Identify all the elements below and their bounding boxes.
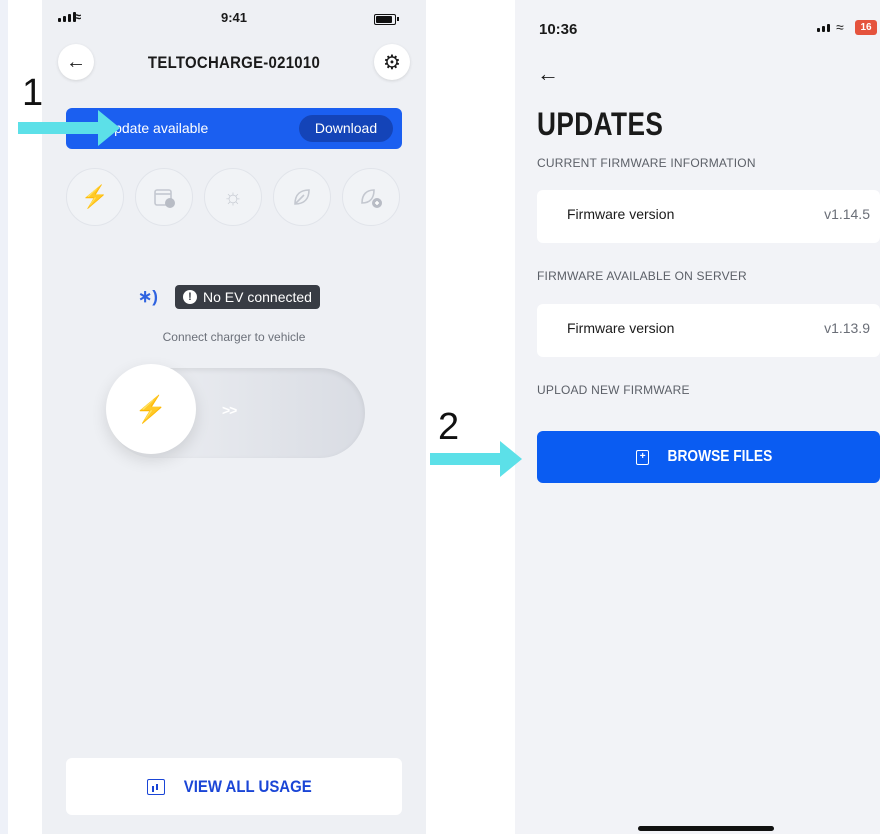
ev-status-text: No EV connected [203, 289, 312, 305]
lightning-icon: ⚡ [134, 393, 168, 424]
firmware-version-key: Firmware version [567, 206, 675, 222]
file-add-icon: + [636, 449, 650, 465]
signal-icon [817, 24, 830, 32]
view-all-usage-button[interactable]: VIEW ALL USAGE [66, 758, 402, 815]
firmware-version-value: v1.13.9 [824, 320, 870, 336]
download-button[interactable]: Download [299, 115, 393, 142]
updates-screen: 10:36 ≈ 16 ← UPDATES CURRENT FIRMWARE IN… [515, 0, 880, 834]
home-indicator [638, 826, 774, 831]
solar-sun-icon[interactable]: ☼ [204, 168, 262, 226]
connect-hint: Connect charger to vehicle [162, 330, 306, 344]
bluetooth-icon: ∗) [138, 287, 158, 306]
alert-icon: ! [183, 290, 197, 304]
schedule-calendar-icon[interactable] [135, 168, 193, 226]
arrow-left-icon: ← [66, 50, 86, 73]
firmware-version-value: v1.14.5 [824, 206, 870, 222]
background-strip [0, 0, 8, 834]
server-firmware-label: FIRMWARE AVAILABLE ON SERVER [537, 269, 747, 283]
current-firmware-label: CURRENT FIRMWARE INFORMATION [537, 156, 756, 170]
charge-mode-selector: ⚡ ☼ [66, 168, 406, 228]
battery-icon: 16 [855, 20, 877, 35]
gear-icon: ⚙ [383, 51, 401, 74]
lightning-icon[interactable]: ⚡ [66, 168, 124, 226]
status-time: 9:41 [220, 10, 248, 25]
firmware-version-key: Firmware version [567, 320, 675, 336]
chart-icon [147, 778, 166, 795]
view-all-usage-label: VIEW ALL USAGE [183, 776, 313, 796]
settings-button[interactable]: ⚙ [374, 44, 410, 80]
status-time: 10:36 [539, 21, 578, 38]
eco-leaf-icon[interactable] [273, 168, 331, 226]
upload-firmware-label: UPLOAD NEW FIRMWARE [537, 383, 690, 397]
step-1-number: 1 [22, 72, 44, 114]
page-title: UPDATES [537, 106, 664, 142]
battery-icon [374, 14, 399, 25]
connection-status: ∗) ! No EV connected [42, 283, 426, 311]
arrow-left-icon: ← [537, 61, 559, 86]
current-firmware-card: Firmware version v1.14.5 [537, 190, 880, 243]
ev-status-badge: ! No EV connected [175, 285, 320, 309]
step-2-number: 2 [438, 406, 460, 448]
server-firmware-card: Firmware version v1.13.9 [537, 304, 880, 357]
chevron-right-icon: >> [222, 402, 237, 418]
back-button[interactable]: ← [58, 44, 94, 80]
back-button[interactable]: ← [537, 61, 559, 87]
leaf-add-icon[interactable] [342, 168, 400, 226]
header: ← TELTOCHARGE-021010 ⚙ [42, 44, 426, 80]
step-2-arrow [430, 441, 522, 477]
step-1-arrow [18, 110, 120, 146]
wifi-icon: ≈ [836, 19, 844, 35]
status-bar: ≈ 9:41 [42, 9, 426, 30]
page-title: TELTOCHARGE-021010 [147, 53, 321, 72]
browse-files-label: BROWSE FILES [667, 448, 773, 465]
browse-files-button[interactable]: + BROWSE FILES [537, 431, 880, 483]
charge-slider-knob[interactable]: ⚡ [106, 364, 196, 454]
